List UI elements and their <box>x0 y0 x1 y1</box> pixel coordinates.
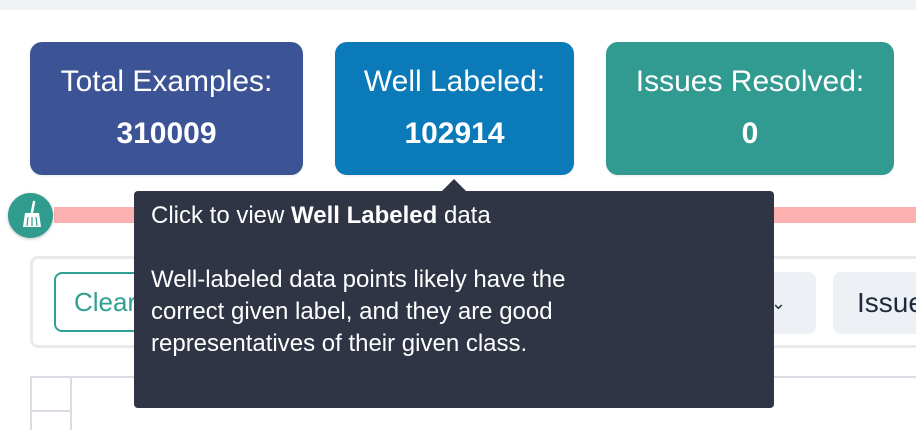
issues-button[interactable]: Issues <box>833 272 916 334</box>
tooltip-body-line-1: Well-labeled data points likely have the <box>151 266 566 293</box>
grid-index-column <box>30 378 72 430</box>
tooltip-arrow <box>442 179 466 191</box>
top-strip <box>0 0 916 10</box>
well-labeled-label: Well Labeled: <box>363 65 546 98</box>
cleanlab-button[interactable] <box>8 193 53 238</box>
total-examples-label: Total Examples: <box>60 65 273 98</box>
total-examples-value: 310009 <box>116 117 217 150</box>
issues-resolved-label: Issues Resolved: <box>635 65 865 98</box>
tooltip-body-line-3: representatives of their given class. <box>151 330 528 357</box>
well-labeled-card[interactable]: Well Labeled: 102914 <box>335 42 574 175</box>
tooltip-title: Click to view Well Labeled data <box>151 200 758 232</box>
tooltip-title-prefix: Click to view <box>151 202 292 229</box>
tooltip-title-suffix: data <box>437 202 491 229</box>
well-labeled-value: 102914 <box>404 117 505 150</box>
grid-row-divider <box>30 410 72 412</box>
well-labeled-tooltip: Click to view Well Labeled data Well-lab… <box>134 191 774 408</box>
tooltip-body-line-2: correct given label, and they are good <box>151 298 553 325</box>
tooltip-spacer <box>151 232 758 264</box>
issues-resolved-card[interactable]: Issues Resolved: 0 <box>606 42 894 175</box>
tooltip-title-bold: Well Labeled <box>291 202 438 229</box>
total-examples-card[interactable]: Total Examples: 310009 <box>30 42 303 175</box>
issues-resolved-value: 0 <box>741 117 759 150</box>
broom-icon <box>22 200 41 227</box>
